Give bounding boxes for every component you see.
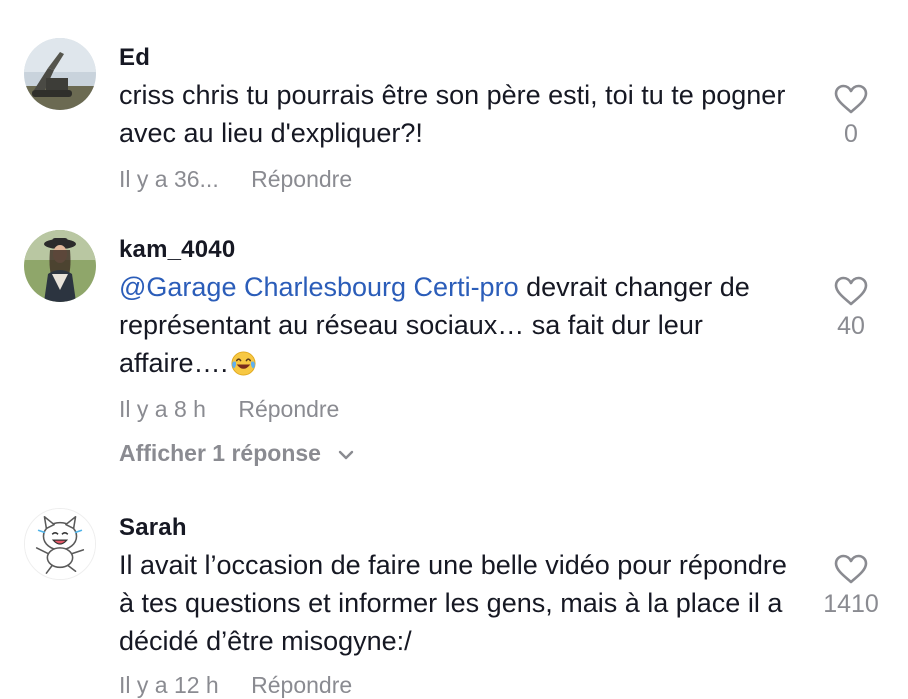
mention-link[interactable]: @Garage Charlesbourg Certi-pro (119, 272, 519, 302)
like-count: 1410 (823, 590, 879, 618)
avatar-excavator-image (24, 38, 96, 110)
timestamp: Il y a 8 h (119, 396, 206, 422)
like-count: 0 (844, 120, 858, 148)
reply-button[interactable]: Répondre (251, 672, 352, 699)
username[interactable]: Ed (119, 44, 150, 72)
like-section: 40 (811, 276, 891, 341)
comment-text: @Garage Charlesbourg Certi-pro devrait c… (119, 268, 809, 382)
reply-button[interactable]: Répondre (238, 396, 339, 423)
view-replies-label: Afficher 1 réponse (119, 440, 321, 466)
view-replies-button[interactable]: Afficher 1 réponse (119, 440, 355, 467)
comment-meta: Il y a 12 h Répondre (119, 672, 352, 699)
avatar[interactable] (24, 508, 96, 580)
avatar-person-image (24, 230, 96, 302)
timestamp: Il y a 12 h (119, 672, 219, 698)
timestamp: Il y a 36... (119, 166, 219, 192)
username[interactable]: Sarah (119, 514, 187, 542)
username[interactable]: kam_4040 (119, 236, 235, 264)
comment-meta: Il y a 8 h Répondre (119, 396, 339, 423)
heart-icon[interactable] (834, 554, 868, 584)
avatar[interactable] (24, 38, 96, 110)
comment-text: criss chris tu pourrais être son père es… (119, 80, 786, 148)
face-with-tears-of-joy-icon (231, 351, 256, 376)
heart-icon[interactable] (834, 84, 868, 114)
reply-button[interactable]: Répondre (251, 166, 352, 193)
comment-text: Il avait l’occasion de faire une belle v… (119, 550, 787, 656)
like-section: 1410 (811, 554, 891, 619)
heart-icon[interactable] (834, 276, 868, 306)
like-section: 0 (811, 84, 891, 149)
chevron-down-icon (339, 450, 354, 460)
avatar[interactable] (24, 230, 96, 302)
like-count: 40 (837, 312, 865, 340)
comment-meta: Il y a 36... Répondre (119, 166, 352, 193)
avatar-cartoon-cat-image (25, 509, 95, 579)
